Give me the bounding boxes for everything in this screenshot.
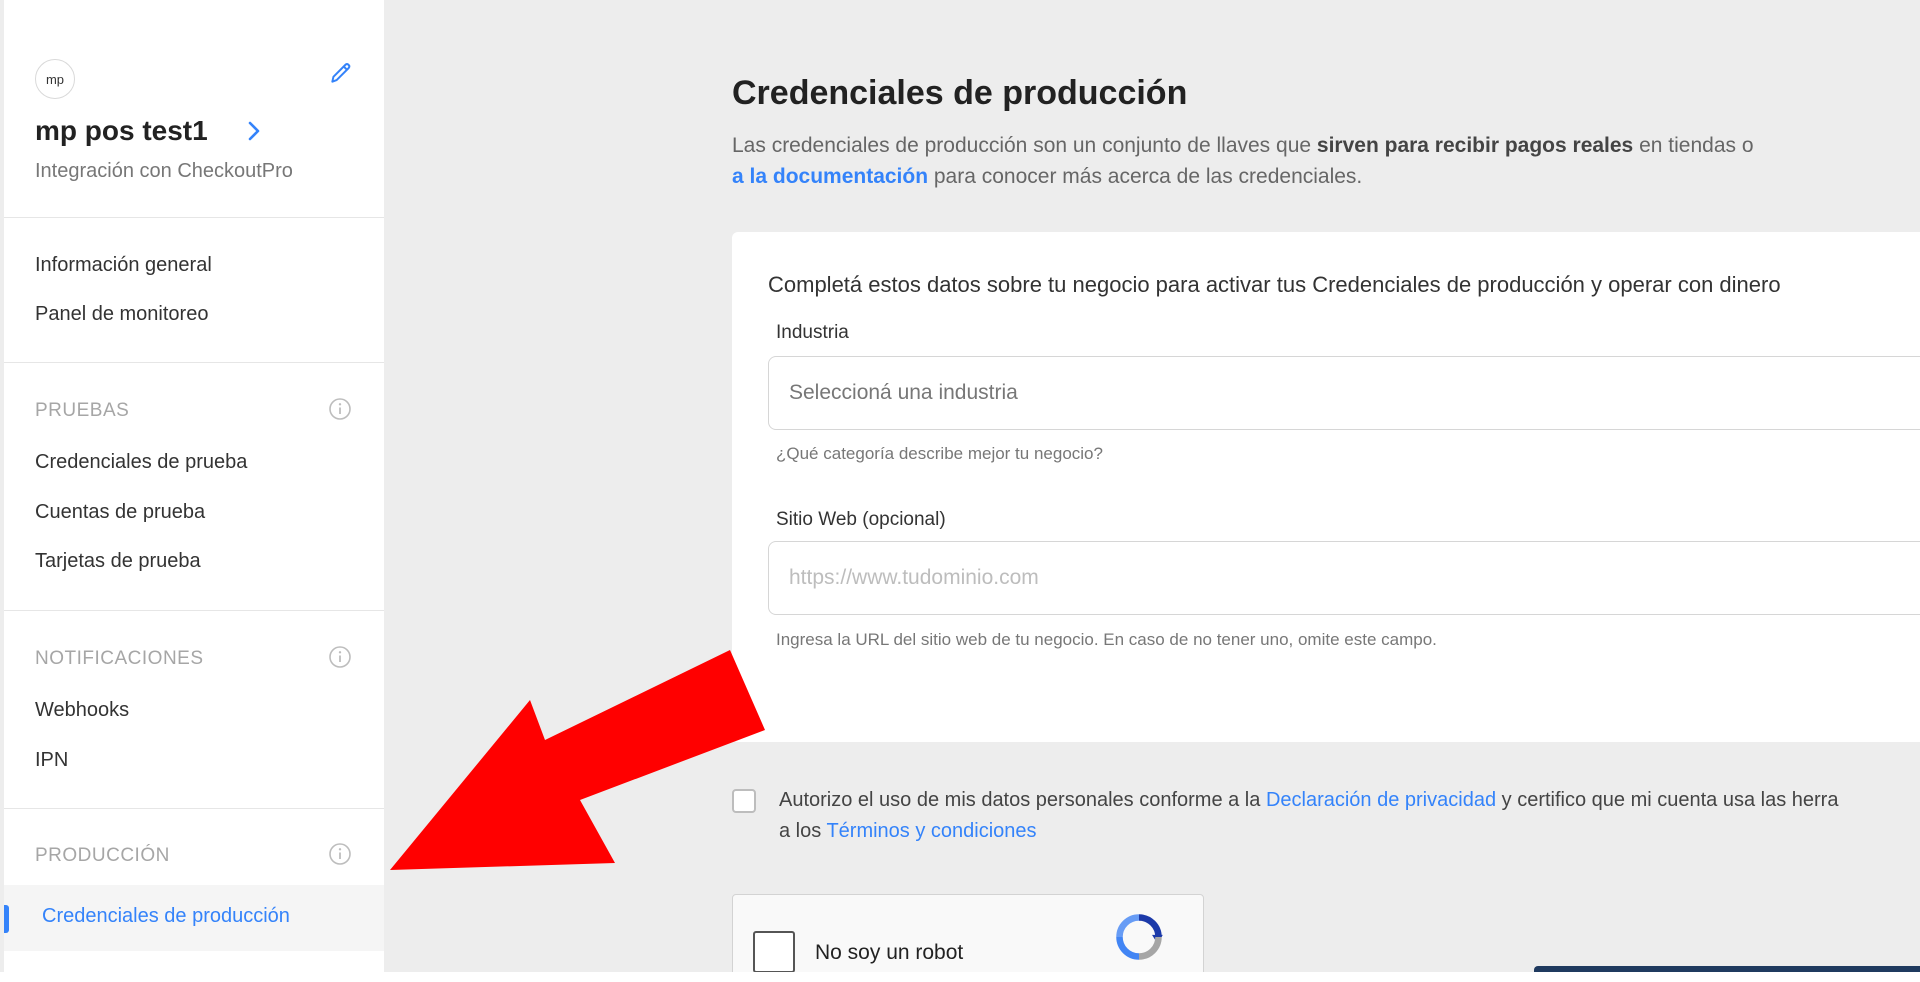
sidebar-item-informacion-general[interactable]: Información general <box>35 254 212 277</box>
form-intro: Completá estos datos sobre tu negocio pa… <box>768 272 1781 297</box>
website-label: Sitio Web (opcional) <box>776 509 946 530</box>
chevron-right-icon[interactable] <box>242 116 266 146</box>
info-icon[interactable] <box>328 397 352 421</box>
divider <box>4 217 384 218</box>
screenshot-frame: mp mp pos test1 Integración con Checkout… <box>0 0 1920 972</box>
red-arrow-icon <box>390 650 765 870</box>
sidebar-item-panel-de-monitoreo[interactable]: Panel de monitoreo <box>35 303 208 326</box>
documentation-link[interactable]: a la documentación <box>732 165 928 188</box>
sidebar-item-ipn[interactable]: IPN <box>35 749 68 772</box>
sidebar-item-credenciales-de-produccion[interactable]: Credenciales de producción <box>42 905 290 928</box>
section-title-pruebas: PRUEBAS <box>35 400 130 421</box>
industry-label: Industria <box>776 322 849 343</box>
section-title-notificaciones: NOTIFICACIONES <box>35 648 204 669</box>
recaptcha-widget: No soy un robot <box>732 894 1204 972</box>
sidebar-item-webhooks[interactable]: Webhooks <box>35 699 129 722</box>
website-help: Ingresa la URL del sitio web de tu negoc… <box>776 630 1437 649</box>
active-indicator <box>4 905 9 933</box>
sidebar-item-tarjetas-de-prueba[interactable]: Tarjetas de prueba <box>35 550 201 573</box>
industry-placeholder: Seleccioná una industria <box>789 381 1018 404</box>
divider <box>4 808 384 809</box>
recaptcha-label: No soy un robot <box>815 941 964 964</box>
divider <box>4 610 384 611</box>
app-subtitle: Integración con CheckoutPro <box>35 160 293 182</box>
section-title-produccion: PRODUCCIÓN <box>35 845 170 866</box>
sidebar: mp mp pos test1 Integración con Checkout… <box>4 0 384 972</box>
page-description: Las credenciales de producción son un co… <box>732 134 1754 188</box>
website-input[interactable]: https://www.tudominio.com <box>768 541 1920 615</box>
divider <box>4 362 384 363</box>
sidebar-item-cuentas-de-prueba[interactable]: Cuentas de prueba <box>35 501 205 524</box>
business-form-card: Completá estos datos sobre tu negocio pa… <box>732 232 1920 742</box>
privacy-link[interactable]: Declaración de privacidad <box>1266 789 1496 811</box>
industry-help: ¿Qué categoría describe mejor tu negocio… <box>776 444 1103 463</box>
terms-link[interactable]: Términos y condiciones <box>826 820 1036 842</box>
app-name: mp pos test1 <box>35 115 208 146</box>
info-icon[interactable] <box>328 645 352 669</box>
page-title: Credenciales de producción <box>732 74 1188 112</box>
sidebar-item-credenciales-de-prueba[interactable]: Credenciales de prueba <box>35 451 247 474</box>
website-placeholder: https://www.tudominio.com <box>789 566 1039 589</box>
industry-select[interactable]: Seleccioná una industria <box>768 356 1920 430</box>
info-icon[interactable] <box>328 842 352 866</box>
consent-checkbox[interactable] <box>732 789 756 813</box>
pencil-icon[interactable] <box>328 60 354 86</box>
avatar: mp <box>35 59 75 99</box>
submit-button-edge[interactable] <box>1534 966 1920 972</box>
consent-text: Autorizo el uso de mis datos personales … <box>779 789 1839 842</box>
recaptcha-icon <box>1116 914 1163 960</box>
recaptcha-checkbox[interactable] <box>753 931 795 972</box>
